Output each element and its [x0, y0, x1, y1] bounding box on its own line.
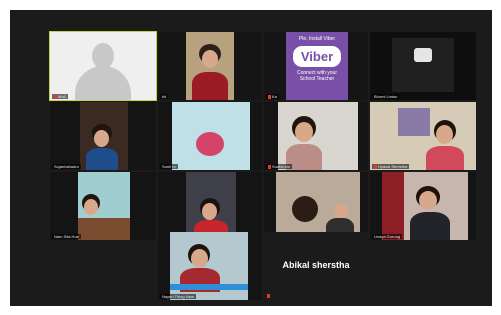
- participant-tile-3[interactable]: Ple, Install Viber Viber Connect with yo…: [264, 32, 368, 100]
- participant-tile-9[interactable]: Nam Sita Hue: [50, 172, 156, 240]
- participant-tile-12[interactable]: Unaya Gurung: [370, 172, 476, 240]
- avatar-placeholder: [50, 32, 156, 100]
- participant-tile-7[interactable]: Sudha shr: [264, 102, 368, 170]
- participant-tile-10[interactable]: Sujas mate: [158, 172, 262, 240]
- participant-name: Hyaval Shrestha: [372, 164, 410, 169]
- mic-muted-icon: [267, 294, 270, 298]
- video-grid: Mo6 bit Ple, Install Viber Viber Connect…: [10, 10, 492, 306]
- participant-name: Sujanbahadur: [52, 164, 81, 169]
- participant-name: Ka: [266, 94, 279, 99]
- participant-name: Nam Sita Hue: [52, 234, 81, 239]
- mic-muted-icon: [268, 94, 271, 99]
- participant-tile-4[interactable]: Bhumi Limbu: [370, 32, 476, 100]
- viber-top-text: Ple, Install Viber: [298, 36, 336, 42]
- viber-promo-card: Ple, Install Viber Viber Connect with yo…: [286, 32, 348, 100]
- participant-tile-14[interactable]: Abikal sherstha: [264, 232, 368, 300]
- participant-name: Sunil ro: [160, 164, 178, 169]
- participant-tile-13[interactable]: Nayen Thing Nam: [158, 232, 262, 300]
- video-feed: [382, 172, 468, 240]
- participant-tile-6[interactable]: Sunil ro: [158, 102, 262, 170]
- viber-subtitle: Connect with your School Teacher: [296, 70, 338, 82]
- mic-muted-icon: [268, 164, 271, 169]
- video-feed: [392, 38, 454, 92]
- video-feed: [186, 172, 236, 240]
- video-feed: [186, 32, 234, 100]
- participant-tile-11[interactable]: Hamila: [264, 172, 368, 240]
- participant-name: Unaya Gurung: [372, 234, 403, 239]
- video-feed: [278, 102, 358, 170]
- avatar-body-icon: [75, 66, 131, 100]
- video-feed: [80, 102, 128, 170]
- video-feed: [276, 172, 360, 240]
- participant-tile-8[interactable]: Hyaval Shrestha: [370, 102, 476, 170]
- participant-name: Mo6: [52, 94, 68, 99]
- participant-tile-5[interactable]: Sujanbahadur: [50, 102, 156, 170]
- participant-display-name: Abikal sherstha: [282, 260, 350, 270]
- participant-tile-2[interactable]: bit: [158, 32, 262, 100]
- viber-logo: Viber: [292, 46, 342, 67]
- participant-name: Nayen Thing Nam: [160, 294, 197, 299]
- mic-muted-icon: [374, 164, 377, 169]
- video-feed: [78, 172, 130, 240]
- mic-muted-icon: [54, 94, 57, 99]
- participant-tile-1[interactable]: Mo6: [49, 31, 157, 101]
- video-feed: [170, 232, 248, 300]
- participant-name: Sudha shr: [266, 164, 293, 169]
- participant-name: bit: [160, 94, 169, 99]
- participant-name: Bhumi Limbu: [372, 94, 400, 99]
- video-feed: [370, 102, 476, 170]
- video-feed: [172, 102, 250, 170]
